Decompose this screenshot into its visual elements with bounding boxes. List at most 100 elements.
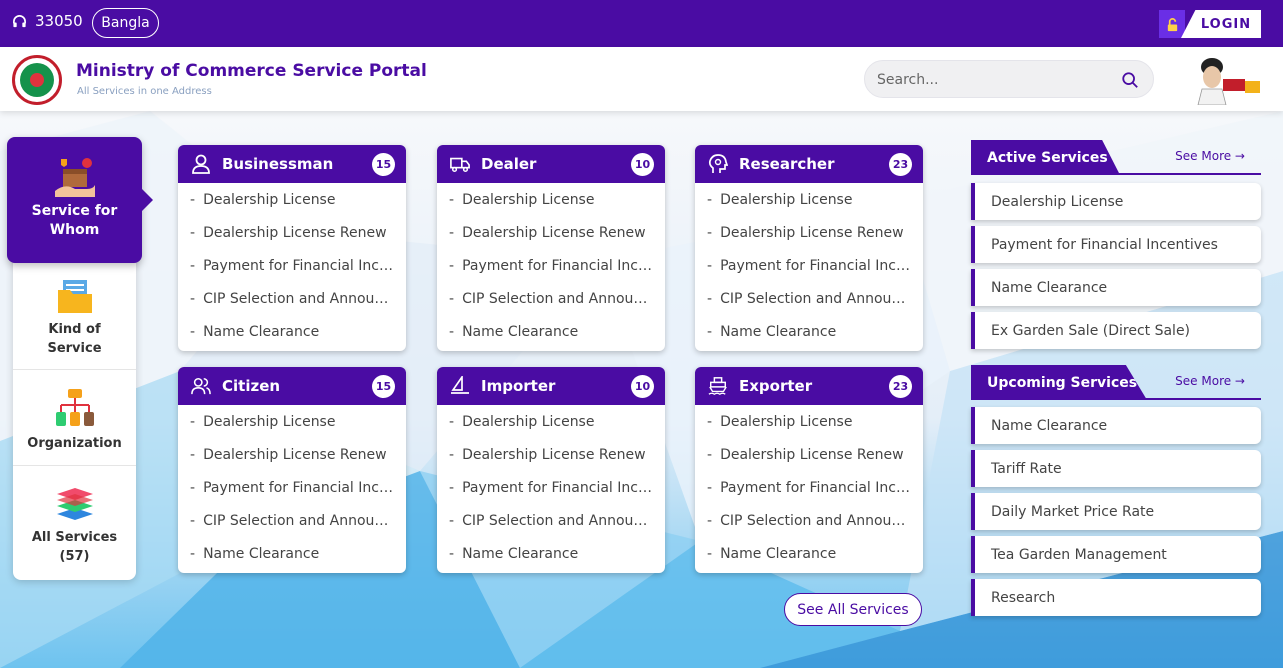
card-title: Businessman <box>222 155 334 173</box>
service-link[interactable]: Name Clearance <box>190 322 406 351</box>
service-link[interactable]: Name Clearance <box>707 322 923 351</box>
service-list: Dealership License Dealership License Re… <box>178 405 406 573</box>
search-input[interactable] <box>877 69 1107 91</box>
service-link[interactable]: Payment for Financial Incentives <box>190 256 406 289</box>
login-label: LOGIN <box>1181 10 1261 38</box>
count-badge: 10 <box>631 153 654 176</box>
card-header[interactable]: Researcher 23 <box>695 145 923 183</box>
service-link[interactable]: Dealership License <box>190 412 406 445</box>
service-link[interactable]: CIP Selection and Announcement <box>190 289 406 322</box>
tab-whom-label-2: Whom <box>49 222 100 238</box>
people-icon <box>191 376 211 396</box>
service-link[interactable]: Payment for Financial Incentives <box>449 478 665 511</box>
search-icon[interactable] <box>1121 71 1139 89</box>
service-link[interactable]: Dealership License Renew <box>190 223 406 256</box>
card-citizen: Citizen 15 Dealership License Dealership… <box>178 367 406 573</box>
service-link[interactable]: CIP Selection and Announcement <box>449 289 665 322</box>
tab-kind-of-service[interactable]: Kind of Service <box>13 268 136 368</box>
card-dealer: Dealer 10 Dealership License Dealership … <box>437 145 665 351</box>
truck-icon <box>450 154 470 174</box>
count-badge: 10 <box>631 375 654 398</box>
government-emblem-logo[interactable] <box>12 55 62 105</box>
card-header[interactable]: Citizen 15 <box>178 367 406 405</box>
upcoming-services-title: Upcoming Services <box>971 365 1147 400</box>
card-header[interactable]: Exporter 23 <box>695 367 923 405</box>
service-link[interactable]: Name Clearance <box>707 544 923 573</box>
upcoming-service-item[interactable]: Tariff Rate <box>971 450 1261 487</box>
service-link[interactable]: CIP Selection and Announcement <box>190 511 406 544</box>
login-button[interactable]: LOGIN <box>1159 10 1261 38</box>
headphones-icon <box>13 14 26 27</box>
service-link[interactable]: Dealership License <box>707 190 923 223</box>
tab-kind-label-2: Service <box>47 341 102 356</box>
hotline[interactable]: 33050 <box>12 12 83 30</box>
folder-icon <box>57 280 92 313</box>
upcoming-see-more-link[interactable]: See More → <box>1175 374 1245 388</box>
active-see-more-link[interactable]: See More → <box>1175 149 1245 163</box>
service-link[interactable]: Name Clearance <box>449 322 665 351</box>
count-badge: 15 <box>372 375 395 398</box>
service-link[interactable]: Dealership License Renew <box>707 223 923 256</box>
service-link[interactable]: Payment for Financial Incentives <box>449 256 665 289</box>
card-header[interactable]: Businessman 15 <box>178 145 406 183</box>
org-chart-icon <box>55 389 94 426</box>
tab-organization-label: Organization <box>27 436 122 451</box>
service-link[interactable]: Name Clearance <box>449 544 665 573</box>
card-importer: Importer 10 Dealership License Dealershi… <box>437 367 665 573</box>
service-link[interactable]: Dealership License Renew <box>449 223 665 256</box>
service-link[interactable]: CIP Selection and Announcement <box>707 289 923 322</box>
active-services-header: Active Services See More → <box>971 140 1261 175</box>
header-divider <box>971 173 1261 175</box>
hotline-number: 33050 <box>35 12 83 30</box>
service-link[interactable]: Payment for Financial Incentives <box>707 478 923 511</box>
upcoming-service-item[interactable]: Daily Market Price Rate <box>971 493 1261 530</box>
site-subtitle: All Services in one Address <box>77 86 212 97</box>
see-all-services-button[interactable]: See All Services <box>784 593 922 626</box>
active-service-item[interactable]: Name Clearance <box>971 269 1261 306</box>
service-link[interactable]: Dealership License Renew <box>707 445 923 478</box>
card-title: Researcher <box>739 155 835 173</box>
service-list: Dealership License Dealership License Re… <box>437 405 665 573</box>
card-header[interactable]: Dealer 10 <box>437 145 665 183</box>
service-link[interactable]: Dealership License <box>707 412 923 445</box>
service-link[interactable]: Dealership License <box>449 190 665 223</box>
sailboat-icon <box>450 376 470 396</box>
service-link[interactable]: Name Clearance <box>190 544 406 573</box>
upcoming-service-item[interactable]: Tea Garden Management <box>971 536 1261 573</box>
card-businessman: Businessman 15 Dealership License Dealer… <box>178 145 406 351</box>
service-link[interactable]: Payment for Financial Incentives <box>707 256 923 289</box>
tab-service-for-whom[interactable]: Service for Whom <box>7 137 153 263</box>
service-link[interactable]: Dealership License <box>449 412 665 445</box>
count-badge: 15 <box>372 153 395 176</box>
service-link[interactable]: Dealership License Renew <box>449 445 665 478</box>
tab-organization[interactable]: Organization <box>13 369 136 465</box>
upcoming-service-item[interactable]: Name Clearance <box>971 407 1261 444</box>
language-toggle-button[interactable]: Bangla <box>92 8 159 38</box>
card-title: Importer <box>481 377 556 395</box>
service-list: Dealership License Dealership License Re… <box>437 183 665 351</box>
active-service-item[interactable]: Ex Garden Sale (Direct Sale) <box>971 312 1261 349</box>
count-badge: 23 <box>889 375 912 398</box>
service-link[interactable]: Payment for Financial Incentives <box>190 478 406 511</box>
tab-all-services[interactable]: All Services (57) <box>13 465 136 580</box>
service-list: Dealership License Dealership License Re… <box>695 405 923 573</box>
site-title[interactable]: Ministry of Commerce Service Portal <box>76 61 427 81</box>
search-box <box>864 60 1154 98</box>
upcoming-services-header: Upcoming Services See More → <box>971 365 1261 400</box>
service-link[interactable]: Dealership License Renew <box>190 445 406 478</box>
card-title: Dealer <box>481 155 537 173</box>
header-divider <box>971 398 1261 400</box>
upcoming-service-item[interactable]: Research <box>971 579 1261 616</box>
active-service-item[interactable]: Dealership License <box>971 183 1261 220</box>
service-link[interactable]: Dealership License <box>190 190 406 223</box>
service-link[interactable]: CIP Selection and Announcement <box>707 511 923 544</box>
person-icon <box>191 154 211 174</box>
tab-all-label-2: (57) <box>59 549 90 564</box>
ship-icon <box>708 376 728 396</box>
card-header[interactable]: Importer 10 <box>437 367 665 405</box>
service-link[interactable]: CIP Selection and Announcement <box>449 511 665 544</box>
card-exporter: Exporter 23 Dealership License Dealershi… <box>695 367 923 573</box>
tab-whom-label-1: Service for <box>31 203 118 219</box>
tab-kind-label-1: Kind of <box>48 322 101 337</box>
active-service-item[interactable]: Payment for Financial Incentives <box>971 226 1261 263</box>
